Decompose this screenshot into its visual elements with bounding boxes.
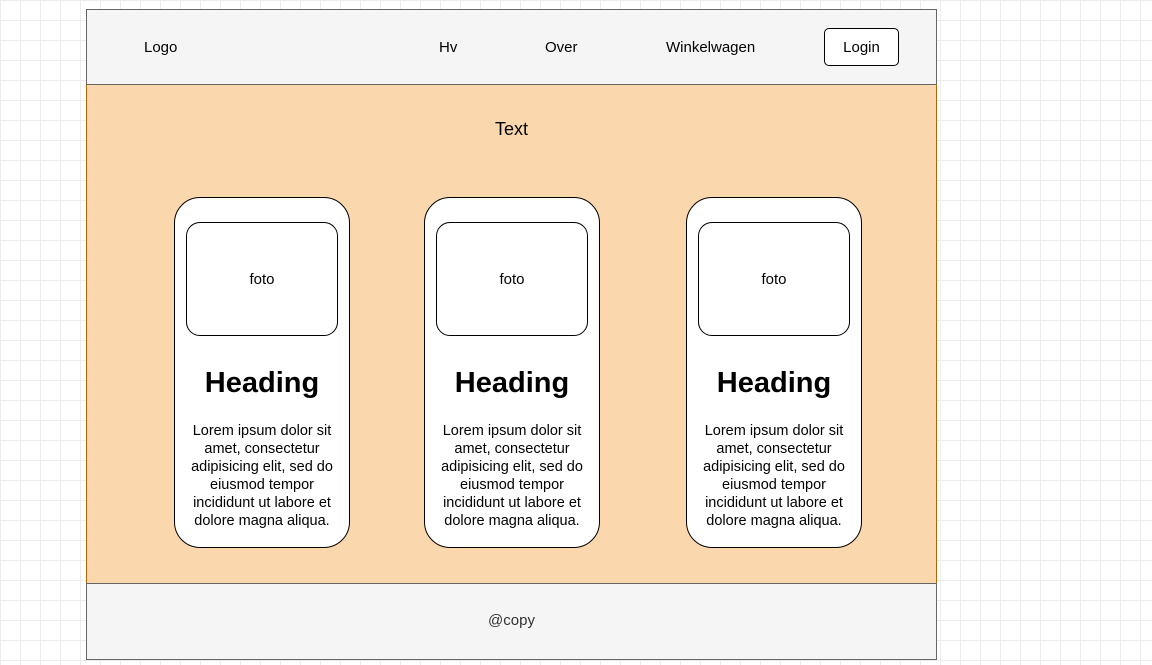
product-card[interactable]: foto Heading Lorem ipsum dolor sit amet,… xyxy=(424,197,600,548)
logo[interactable]: Logo xyxy=(144,39,177,57)
photo-placeholder: foto xyxy=(436,222,588,336)
nav-link-hv[interactable]: Hv xyxy=(439,39,457,57)
card-heading: Heading xyxy=(454,367,570,399)
wireframe-page: Logo Hv Over Winkelwagen Login Text foto… xyxy=(86,9,937,660)
card-heading: Heading xyxy=(204,367,320,399)
header-bar: Logo Hv Over Winkelwagen Login xyxy=(86,9,937,85)
product-card[interactable]: foto Heading Lorem ipsum dolor sit amet,… xyxy=(686,197,862,548)
photo-placeholder: foto xyxy=(698,222,850,336)
nav-link-over[interactable]: Over xyxy=(545,39,578,57)
hero-section: Text foto Heading Lorem ipsum dolor sit … xyxy=(86,84,937,584)
card-heading: Heading xyxy=(716,367,832,399)
product-card[interactable]: foto Heading Lorem ipsum dolor sit amet,… xyxy=(174,197,350,548)
nav-link-winkelwagen[interactable]: Winkelwagen xyxy=(666,39,755,57)
card-body-text: Lorem ipsum dolor sit amet, consectetur … xyxy=(703,423,845,529)
login-button[interactable]: Login xyxy=(824,28,899,66)
card-body-text: Lorem ipsum dolor sit amet, consectetur … xyxy=(441,423,583,529)
hero-title: Text xyxy=(494,119,528,139)
footer-bar: @copy xyxy=(86,583,937,660)
photo-placeholder: foto xyxy=(186,222,338,336)
copyright-text: @copy xyxy=(488,612,535,629)
card-body-text: Lorem ipsum dolor sit amet, consectetur … xyxy=(191,423,333,529)
